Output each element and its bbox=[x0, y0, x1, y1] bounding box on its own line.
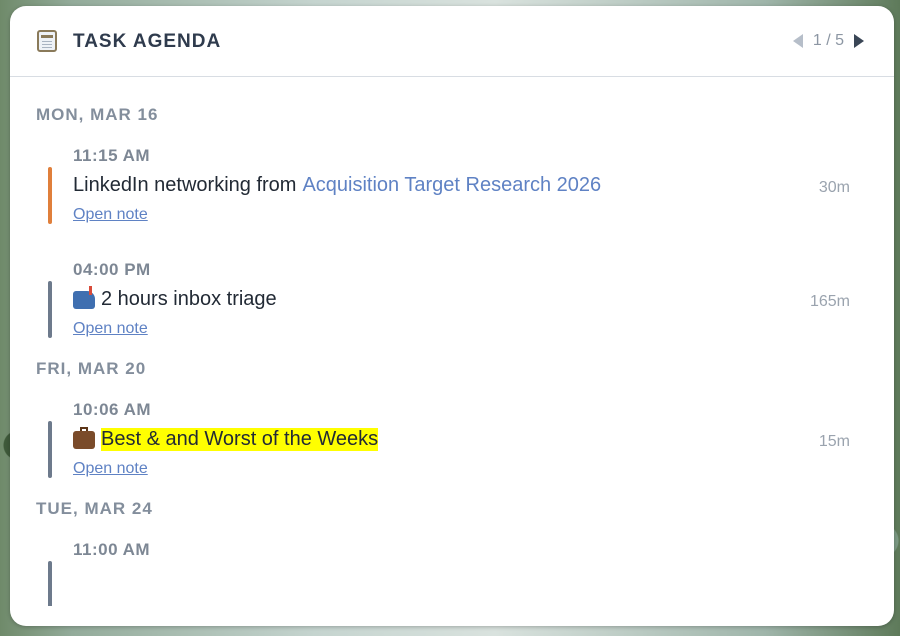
mailbox-icon bbox=[73, 285, 95, 309]
briefcase-icon bbox=[73, 426, 95, 449]
task-duration: 15m bbox=[818, 433, 850, 450]
task-agenda-widget: TASK AGENDA 1 / 5 MON, MAR 16 11:15 AM L… bbox=[10, 6, 894, 626]
notepad-icon bbox=[37, 30, 57, 52]
open-note-link[interactable]: Open note bbox=[73, 206, 148, 224]
task-color-bar bbox=[48, 561, 52, 606]
task-color-bar bbox=[48, 167, 52, 224]
task-item[interactable]: 10:06 AM Best & and Worst of the Weeks 1… bbox=[10, 381, 894, 495]
open-note-link[interactable]: Open note bbox=[73, 460, 148, 478]
task-duration: 165m bbox=[809, 293, 850, 310]
task-title-text: LinkedIn networking from bbox=[73, 174, 297, 196]
task-color-bar bbox=[48, 421, 52, 478]
next-page-icon[interactable] bbox=[854, 34, 864, 48]
agenda-list[interactable]: MON, MAR 16 11:15 AM LinkedIn networking… bbox=[10, 77, 894, 606]
task-time: 11:15 AM bbox=[73, 146, 151, 165]
day-header: TUE, MAR 24 bbox=[36, 499, 153, 518]
task-title: LinkedIn networking from Acquisition Tar… bbox=[73, 174, 601, 197]
task-item[interactable]: 04:00 PM 2 hours inbox triage 165m Open … bbox=[10, 241, 894, 355]
task-time: 10:06 AM bbox=[73, 400, 152, 419]
day-header: FRI, MAR 20 bbox=[36, 359, 147, 378]
task-title: Best & and Worst of the Weeks bbox=[73, 426, 379, 451]
day-header: MON, MAR 16 bbox=[36, 105, 159, 124]
widget-header: TASK AGENDA 1 / 5 bbox=[10, 6, 894, 77]
task-time: 04:00 PM bbox=[73, 260, 151, 279]
previous-page-icon[interactable] bbox=[792, 34, 803, 48]
page-indicator: 1 / 5 bbox=[812, 32, 844, 49]
widget-title: TASK AGENDA bbox=[73, 31, 222, 52]
task-source-link[interactable]: Acquisition Target Research 2026 bbox=[302, 174, 601, 197]
task-title: 2 hours inbox triage bbox=[73, 285, 277, 311]
open-note-link[interactable]: Open note bbox=[73, 320, 148, 338]
task-duration: 30m bbox=[818, 179, 850, 196]
task-color-bar bbox=[48, 281, 52, 338]
task-item[interactable]: 11:15 AM LinkedIn networking from Acquis… bbox=[10, 127, 894, 241]
pager: 1 / 5 bbox=[792, 32, 864, 50]
task-title-text: 2 hours inbox triage bbox=[101, 288, 277, 310]
task-time: 11:00 AM bbox=[73, 540, 151, 559]
task-item[interactable]: 11:00 AM bbox=[10, 521, 894, 606]
task-title-text: Best & and Worst of the Weeks bbox=[101, 428, 379, 451]
